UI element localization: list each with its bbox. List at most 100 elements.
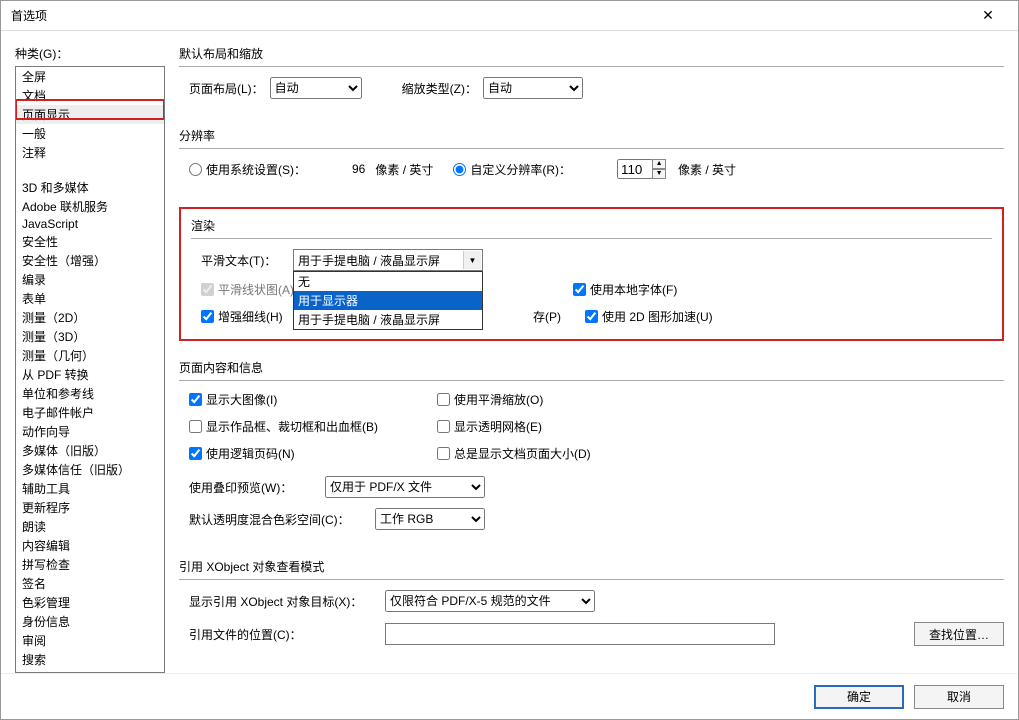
cancel-button[interactable]: 取消: [914, 685, 1004, 709]
zoom-type-select[interactable]: 自动: [483, 77, 583, 99]
use-system-resolution-radio[interactable]: 使用系统设置(S)：: [189, 161, 306, 178]
divider: [179, 148, 1004, 149]
divider: [179, 380, 1004, 381]
category-item[interactable]: 更新程序: [16, 498, 164, 517]
xobject-target-select[interactable]: 仅限符合 PDF/X-5 规范的文件: [385, 590, 595, 612]
custom-resolution-input[interactable]: [617, 159, 653, 179]
category-item[interactable]: 全屏: [16, 67, 164, 86]
show-transparency-grid-checkbox[interactable]: 显示透明网格(E): [437, 418, 681, 435]
chevron-down-icon: ▼: [463, 251, 481, 269]
zoom-type-label: 缩放类型(Z)：: [402, 80, 477, 97]
category-item[interactable]: [16, 162, 164, 178]
category-item[interactable]: 测量（2D）: [16, 308, 164, 327]
show-art-boxes-checkbox[interactable]: 显示作品框、裁切框和出血框(B): [189, 418, 413, 435]
category-list[interactable]: 全屏文档页面显示一般注释3D 和多媒体Adobe 联机服务JavaScript安…: [15, 66, 165, 673]
show-large-images-checkbox[interactable]: 显示大图像(I): [189, 391, 413, 408]
category-item[interactable]: 拼写检查: [16, 555, 164, 574]
category-item[interactable]: 信任管理器: [16, 669, 164, 673]
category-item[interactable]: 页面显示: [16, 105, 164, 124]
category-item[interactable]: 审阅: [16, 631, 164, 650]
dropdown-option[interactable]: 用于手提电脑 / 液晶显示屏: [294, 310, 482, 329]
chevron-down-icon: ▼: [652, 169, 666, 179]
category-item[interactable]: 注释: [16, 143, 164, 162]
category-item[interactable]: 搜索: [16, 650, 164, 669]
use-logical-page-numbers-checkbox[interactable]: 使用逻辑页码(N): [189, 445, 413, 462]
dropdown-option[interactable]: 用于显示器: [294, 291, 482, 310]
divider: [179, 579, 1004, 580]
use-local-fonts-checkbox[interactable]: 使用本地字体(F): [573, 281, 677, 298]
smooth-text-label: 平滑文本(T)：: [201, 252, 287, 269]
blend-colorspace-select[interactable]: 工作 RGB: [375, 508, 485, 530]
smooth-lineart-checkbox[interactable]: 平滑线状图(A): [201, 281, 307, 298]
category-item[interactable]: 3D 和多媒体: [16, 178, 164, 197]
titlebar: 首选项 ✕: [1, 1, 1018, 31]
group-page-content: 页面内容和信息 显示大图像(I) 使用平滑缩放(O) 显示作品框、裁切框和出血框…: [179, 359, 1004, 540]
xobject-target-label: 显示引用 XObject 对象目标(X)：: [189, 593, 379, 610]
category-item[interactable]: 文档: [16, 86, 164, 105]
close-icon[interactable]: ✕: [968, 7, 1008, 24]
find-location-button[interactable]: 查找位置…: [914, 622, 1004, 646]
category-label: 种类(G)：: [15, 45, 165, 62]
dropdown-option[interactable]: 无: [294, 272, 482, 291]
blend-colorspace-label: 默认透明度混合色彩空间(C)：: [189, 511, 369, 528]
smooth-text-dropdown[interactable]: 无用于显示器用于手提电脑 / 液晶显示屏: [293, 271, 483, 330]
system-dpi-value: 96: [352, 162, 365, 176]
use-smooth-zoom-checkbox[interactable]: 使用平滑缩放(O): [437, 391, 681, 408]
category-item[interactable]: 内容编辑: [16, 536, 164, 555]
group-resolution: 分辨率 使用系统设置(S)： 96 像素 / 英寸 自定义分辨率(R)：: [179, 127, 1004, 189]
category-item[interactable]: 朗读: [16, 517, 164, 536]
overprint-preview-select[interactable]: 仅用于 PDF/X 文件: [325, 476, 485, 498]
divider: [191, 238, 992, 239]
overprint-preview-label: 使用叠印预览(W)：: [189, 479, 319, 496]
category-item[interactable]: 签名: [16, 574, 164, 593]
group-title: 渲染: [191, 217, 992, 234]
resolution-stepper[interactable]: ▲▼: [652, 159, 666, 179]
content-area: 种类(G)： 全屏文档页面显示一般注释 3D 和多媒体Adobe 联机服务Java…: [1, 31, 1018, 673]
custom-resolution-radio[interactable]: 自定义分辨率(R)：: [453, 161, 571, 178]
page-layout-label: 页面布局(L)：: [189, 80, 264, 97]
page-layout-select[interactable]: 自动: [270, 77, 362, 99]
group-layout-zoom: 默认布局和缩放 页面布局(L)： 自动 缩放类型(Z)： 自动: [179, 45, 1004, 109]
divider: [179, 66, 1004, 67]
category-item[interactable]: 一般: [16, 124, 164, 143]
category-item[interactable]: 安全性: [16, 232, 164, 251]
category-item[interactable]: 多媒体（旧版）: [16, 441, 164, 460]
use-2d-accel-checkbox[interactable]: 使用 2D 图形加速(U): [585, 308, 713, 325]
category-item[interactable]: 安全性（增强）: [16, 251, 164, 270]
group-xobject: 引用 XObject 对象查看模式 显示引用 XObject 对象目标(X)： …: [179, 558, 1004, 656]
category-item[interactable]: JavaScript: [16, 216, 164, 232]
group-render: 渲染 平滑文本(T)： 用于手提电脑 / 液晶显示屏 ▼ 无用于显示器用于手提电…: [179, 207, 1004, 341]
category-item[interactable]: 单位和参考线: [16, 384, 164, 403]
category-item[interactable]: 动作向导: [16, 422, 164, 441]
category-item[interactable]: 表单: [16, 289, 164, 308]
category-item[interactable]: Adobe 联机服务: [16, 197, 164, 216]
category-item[interactable]: 测量（几何）: [16, 346, 164, 365]
category-item[interactable]: 测量（3D）: [16, 327, 164, 346]
page-cache-label-suffix: 存(P): [533, 308, 561, 325]
xobject-location-label: 引用文件的位置(C)：: [189, 626, 379, 643]
chevron-up-icon: ▲: [652, 159, 666, 169]
category-item[interactable]: 辅助工具: [16, 479, 164, 498]
dpi-unit: 像素 / 英寸: [678, 161, 736, 178]
group-title: 页面内容和信息: [179, 359, 1004, 376]
category-item[interactable]: 身份信息: [16, 612, 164, 631]
dialog-footer: 确定 取消: [1, 673, 1018, 719]
category-item[interactable]: 编录: [16, 270, 164, 289]
smooth-text-select[interactable]: 用于手提电脑 / 液晶显示屏 ▼ 无用于显示器用于手提电脑 / 液晶显示屏: [293, 249, 483, 271]
group-title: 分辨率: [179, 127, 1004, 144]
settings-panel: 默认布局和缩放 页面布局(L)： 自动 缩放类型(Z)： 自动 分辨率: [179, 45, 1004, 673]
group-title: 引用 XObject 对象查看模式: [179, 558, 1004, 575]
category-column: 种类(G)： 全屏文档页面显示一般注释 3D 和多媒体Adobe 联机服务Java…: [15, 45, 165, 673]
window-title: 首选项: [11, 7, 968, 24]
xobject-location-field[interactable]: [385, 623, 775, 645]
dpi-unit: 像素 / 英寸: [375, 161, 433, 178]
category-item[interactable]: 多媒体信任（旧版）: [16, 460, 164, 479]
ok-button[interactable]: 确定: [814, 685, 904, 709]
category-item[interactable]: 色彩管理: [16, 593, 164, 612]
always-show-page-size-checkbox[interactable]: 总是显示文档页面大小(D): [437, 445, 681, 462]
category-item[interactable]: 从 PDF 转换: [16, 365, 164, 384]
category-item[interactable]: 电子邮件帐户: [16, 403, 164, 422]
enhance-hairlines-checkbox[interactable]: 增强细线(H): [201, 308, 307, 325]
preferences-window: 首选项 ✕ 种类(G)： 全屏文档页面显示一般注释 3D 和多媒体Adobe 联机…: [0, 0, 1019, 720]
group-title: 默认布局和缩放: [179, 45, 1004, 62]
